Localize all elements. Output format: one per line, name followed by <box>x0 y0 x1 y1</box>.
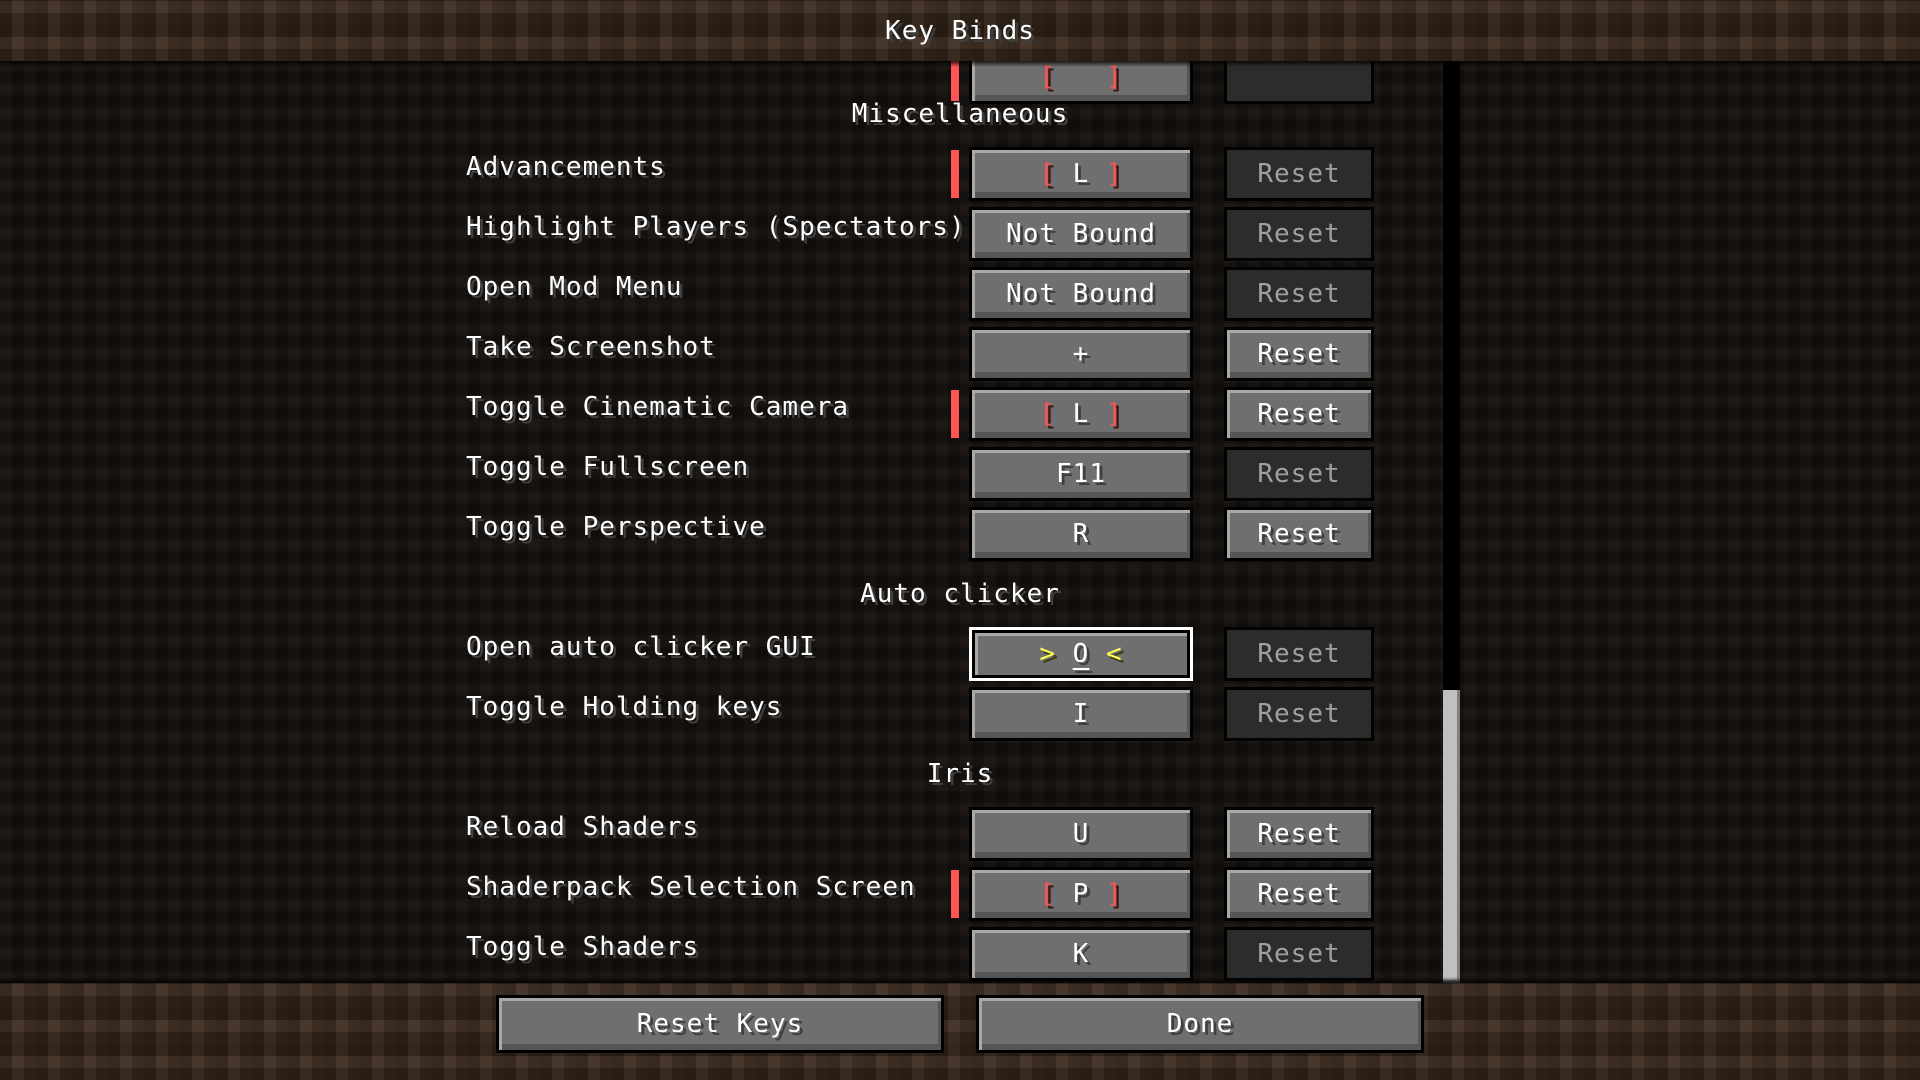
reset-button[interactable]: Reset <box>1224 207 1374 261</box>
keybind-row: Toggle Fullscreen F11 Reset <box>0 447 1920 501</box>
keybind-label: Open Mod Menu <box>466 272 683 302</box>
keybind-label: Toggle Shaders <box>466 932 700 962</box>
keybind-row: Toggle Cinematic Camera [ L ] Reset <box>0 387 1920 441</box>
keybind-label: Toggle Perspective <box>466 512 766 542</box>
key-button[interactable]: [ L ] <box>969 147 1193 201</box>
category-header-iris: Iris <box>926 759 994 789</box>
keybind-label: Toggle Fullscreen <box>466 452 750 482</box>
keybind-row: Toggle Shaders K Reset <box>0 927 1920 981</box>
key-button[interactable]: R <box>969 507 1193 561</box>
key-button[interactable]: U <box>969 807 1193 861</box>
reset-button[interactable]: Reset <box>1224 807 1374 861</box>
keybind-row: Open auto clicker GUI > O < Reset <box>0 627 1920 681</box>
reset-button[interactable]: Reset <box>1224 507 1374 561</box>
keybind-label: Toggle Cinematic Camera <box>466 392 850 422</box>
key-button[interactable]: K <box>969 927 1193 981</box>
keybind-row: Toggle Perspective R Reset <box>0 507 1920 561</box>
reset-button[interactable]: Reset <box>1224 387 1374 441</box>
category-header-auto-clicker: Auto clicker <box>860 579 1060 609</box>
conflict-indicator <box>951 870 959 918</box>
keybind-row: Reload Shaders U Reset <box>0 807 1920 861</box>
keybind-label: Take Screenshot <box>466 332 716 362</box>
keybind-list[interactable]: [ ] Miscellaneous Advancements [ L ] Res… <box>0 61 1920 983</box>
conflict-indicator <box>951 150 959 198</box>
keybind-label: Toggle Holding keys <box>466 692 783 722</box>
reset-button[interactable]: Reset <box>1224 687 1374 741</box>
footer: Reset Keys Done <box>0 977 1920 1080</box>
keybind-row: Open Mod Menu Not Bound Reset <box>0 267 1920 321</box>
scrollbar-thumb[interactable] <box>1443 690 1460 983</box>
conflict-indicator <box>951 390 959 438</box>
key-button[interactable]: I <box>969 687 1193 741</box>
conflict-indicator <box>951 61 959 101</box>
reset-button[interactable]: Reset <box>1224 147 1374 201</box>
keybind-label: Shaderpack Selection Screen <box>466 872 916 902</box>
reset-button[interactable]: Reset <box>1224 627 1374 681</box>
key-button-listening[interactable]: > O < <box>969 627 1193 681</box>
keybind-label: Reload Shaders <box>466 812 700 842</box>
header: Key Binds <box>0 0 1920 67</box>
keybind-label: Advancements <box>466 152 666 182</box>
keybind-row: Shaderpack Selection Screen [ P ] Reset <box>0 867 1920 921</box>
reset-button[interactable]: Reset <box>1224 927 1374 981</box>
reset-button[interactable]: Reset <box>1224 447 1374 501</box>
key-button[interactable]: [ ] <box>969 61 1193 104</box>
page-title: Key Binds <box>885 16 1035 46</box>
done-button[interactable]: Done <box>976 995 1424 1053</box>
keybind-row: Take Screenshot + Reset <box>0 327 1920 381</box>
scrollbar-track[interactable] <box>1443 61 1460 983</box>
key-button[interactable]: F11 <box>969 447 1193 501</box>
keybind-row: Highlight Players (Spectators) Not Bound… <box>0 207 1920 261</box>
keybind-label: Open auto clicker GUI <box>466 632 816 662</box>
category-header-miscellaneous: Miscellaneous <box>851 99 1069 129</box>
keybind-row: Toggle Holding keys I Reset <box>0 687 1920 741</box>
key-button[interactable]: Not Bound <box>969 207 1193 261</box>
reset-button[interactable]: Reset <box>1224 867 1374 921</box>
key-button[interactable]: Not Bound <box>969 267 1193 321</box>
reset-button[interactable]: Reset <box>1224 267 1374 321</box>
reset-button[interactable] <box>1224 61 1374 104</box>
reset-button[interactable]: Reset <box>1224 327 1374 381</box>
keybind-row-partial: [ ] <box>0 61 1920 104</box>
keybind-row: Advancements [ L ] Reset <box>0 147 1920 201</box>
keybind-label: Highlight Players (Spectators) <box>466 212 966 242</box>
key-button[interactable]: [ L ] <box>969 387 1193 441</box>
key-button[interactable]: + <box>969 327 1193 381</box>
key-button[interactable]: [ P ] <box>969 867 1193 921</box>
reset-keys-button[interactable]: Reset Keys <box>496 995 944 1053</box>
